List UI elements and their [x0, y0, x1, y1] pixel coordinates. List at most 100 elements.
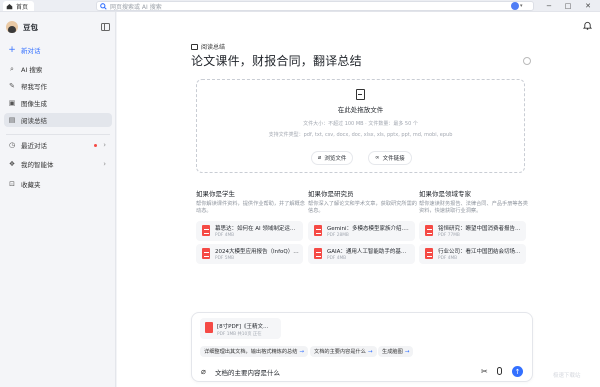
suggestion-chip[interactable]: 文档的主要内容是什么 →	[310, 346, 377, 357]
search-placeholder: 网页搜索或 AI 搜索	[110, 3, 162, 11]
page-title: 论文课件，财报合同，翻译总结	[191, 54, 362, 68]
sidebar-item-label: 图像生成	[21, 100, 47, 108]
file-size: PDF 28MB	[327, 233, 349, 238]
pen-icon: ✎	[9, 82, 15, 90]
pdf-file-icon	[314, 225, 322, 236]
kicker-label: 阅读总结	[201, 44, 226, 51]
send-button[interactable]: ↑	[512, 366, 523, 377]
address-search-bar[interactable]: 网页搜索或 AI 搜索	[96, 1, 534, 11]
pdf-file-icon	[425, 248, 433, 259]
notification-dot	[94, 143, 97, 147]
suggestion-chip[interactable]: 详细整理出其文档，输出格式精炼的总结 →	[200, 346, 308, 357]
suggestion-label: 文档的主要内容是什么	[314, 349, 366, 355]
sample-file-card[interactable]: 行业公司：看江中国团结会切场策略… PDF 4MB	[419, 244, 526, 264]
file-upload-icon	[356, 89, 365, 100]
paperclip-icon: ⌀	[318, 155, 322, 161]
tab-home-label: 首页	[16, 3, 29, 11]
pdf-file-icon	[425, 225, 433, 236]
file-size: PDF 77MB	[438, 233, 460, 238]
arrow-right-icon: →	[367, 348, 373, 355]
tab-home[interactable]: 首页	[3, 1, 35, 11]
sidebar-item-new-chat[interactable]: + 新对话	[4, 43, 112, 57]
pdf-file-icon	[202, 225, 210, 236]
attached-file-name: [8寸PDF]《王精文…	[217, 324, 269, 330]
chevron-right-icon: ›	[103, 160, 106, 168]
sample-file-card[interactable]: Gemini：多模态模型家族介绍.pdf PDF 28MB	[308, 221, 415, 241]
sample-file-card[interactable]: 铭恒研究：瞭望中国消费者报告… PDF 77MB	[419, 221, 526, 241]
column-title: 如果你是领域专家	[419, 190, 471, 198]
account-menu[interactable]: ▾	[511, 1, 527, 11]
suggestion-label: 详细整理出其文档，输出格式精炼的总结	[204, 349, 298, 355]
chevron-right-icon: ›	[103, 141, 106, 149]
sample-file-card[interactable]: GAIA：通用人工智能助手的基准.pdf PDF 4MB	[308, 244, 415, 264]
link-icon: ∞	[375, 155, 380, 161]
browse-files-button[interactable]: ⌀ 浏览文件	[312, 152, 353, 164]
persona-column-expert: 如果你是领域专家 帮你速读财务报告、法律合同、产品手册等各类资料，快速获取行业洞…	[419, 188, 529, 215]
sidebar-item-label: 新对话	[21, 47, 41, 55]
sidebar-item-ai-search[interactable]: ⌕ AI 搜索	[4, 62, 112, 76]
file-link-label: 文件链接	[382, 156, 405, 162]
message-input[interactable]	[215, 366, 465, 377]
arrow-right-icon: →	[404, 348, 410, 355]
close-button[interactable]: ✕	[582, 1, 594, 11]
file-dropzone[interactable]: 在此处拖放文件 文件大小：不超过 100 MB · 文件数量：最多 50 个 支…	[196, 79, 525, 173]
chevron-down-icon: ▾	[520, 3, 523, 9]
clock-icon: ◷	[8, 141, 16, 149]
file-name: Gemini：多模态模型家族介绍.pdf	[327, 226, 411, 232]
persona-column-student: 如果你是学生 帮你解读课件资料，提供作业帮助，并了解概念动态。	[196, 188, 306, 215]
sidebar-item-reading-summary[interactable]: ▤ 阅读总结	[4, 113, 112, 127]
microphone-icon[interactable]	[497, 367, 502, 375]
chat-composer: [8寸PDF]《王精文… PDF 1MB 共10页 正在 详细整理出其文档，输出…	[191, 312, 533, 382]
file-size: PDF 4MB	[215, 233, 235, 238]
composer-input-row: ⌀ ✂ ↑	[198, 365, 528, 379]
sidebar-item-image-gen[interactable]: ▣ 图像生成	[4, 96, 112, 110]
pdf-file-icon	[202, 248, 210, 259]
attached-file-card[interactable]: [8寸PDF]《王精文… PDF 1MB 共10页 正在	[200, 318, 281, 339]
plus-icon: +	[8, 45, 16, 55]
sidebar-item-label: 收藏夹	[21, 181, 41, 189]
sidebar: 豆包 + 新对话 ⌕ AI 搜索 ✎ 帮我写作 ▣ 图像生成 ▤ 阅读总结 ◷ …	[0, 12, 116, 387]
user-name: 豆包	[23, 22, 38, 32]
suggestion-chip[interactable]: 生成脑图 →	[378, 346, 414, 357]
sidebar-item-recent-chats[interactable]: ◷ 最近对话 ›	[4, 138, 112, 152]
ai-search-icon: ⌕	[10, 64, 14, 73]
sidebar-item-label: 帮我写作	[21, 83, 47, 91]
watermark: 极速下载站	[553, 373, 581, 379]
column-title: 如果你是学生	[196, 190, 235, 198]
settings-icon[interactable]	[523, 57, 531, 65]
column-description: 帮你解读课件资料，提供作业帮助，并了解概念动态。	[196, 201, 305, 214]
sample-file-card[interactable]: 幕思达：如何在 AI 领域制定运营创新… PDF 4MB	[196, 221, 303, 241]
sample-file-card[interactable]: 2024大模型应用报告（InfoQ）.pdf PDF 5MB	[196, 244, 303, 264]
file-size: PDF 5MB	[215, 256, 235, 261]
user-profile[interactable]: 豆包	[6, 21, 38, 33]
scissors-icon[interactable]: ✂	[481, 367, 488, 376]
avatar	[6, 21, 18, 33]
section-kicker: 阅读总结	[191, 42, 225, 51]
file-name: 行业公司：看江中国团结会切场策略…	[438, 249, 522, 255]
maximize-button[interactable]: □	[562, 1, 574, 11]
column-title: 如果你是研究员	[308, 190, 354, 198]
main-panel: 阅读总结 论文课件，财报合同，翻译总结 在此处拖放文件 文件大小：不超过 100…	[117, 12, 600, 387]
book-icon	[191, 43, 198, 50]
persona-column-researcher: 如果你是研究员 帮你深入了解论文和学术文章，获取研究所需的信息。	[308, 188, 418, 215]
image-icon: ▣	[8, 99, 16, 107]
dropzone-formats: 支持文件类型：pdf, txt, csv, docx, doc, xlsx, x…	[268, 132, 453, 138]
divider	[6, 134, 110, 135]
file-name: GAIA：通用人工智能助手的基准.pdf	[327, 249, 411, 255]
sidebar-toggle-icon[interactable]	[101, 23, 110, 31]
file-name: 2024大模型应用报告（InfoQ）.pdf	[215, 249, 299, 255]
title-bar: 首页 网页搜索或 AI 搜索 ▾ − □ ✕	[0, 0, 600, 12]
agent-icon: ❖	[8, 160, 16, 168]
paperclip-icon[interactable]: ⌀	[201, 367, 206, 376]
bell-icon[interactable]	[583, 21, 592, 30]
minimize-button[interactable]: −	[543, 1, 555, 11]
sidebar-item-my-agents[interactable]: ❖ 我的智能体 ›	[4, 157, 112, 171]
sidebar-item-favorites[interactable]: ⊡ 收藏夹	[4, 177, 112, 191]
file-link-button[interactable]: ∞ 文件链接	[369, 152, 411, 164]
sidebar-item-writing[interactable]: ✎ 帮我写作	[4, 79, 112, 93]
home-icon	[6, 3, 13, 9]
file-size: PDF 4MB	[438, 256, 458, 261]
sidebar-item-label: 我的智能体	[21, 161, 54, 169]
file-name: 铭恒研究：瞭望中国消费者报告…	[438, 226, 521, 232]
suggestion-label: 生成脑图	[382, 349, 403, 355]
